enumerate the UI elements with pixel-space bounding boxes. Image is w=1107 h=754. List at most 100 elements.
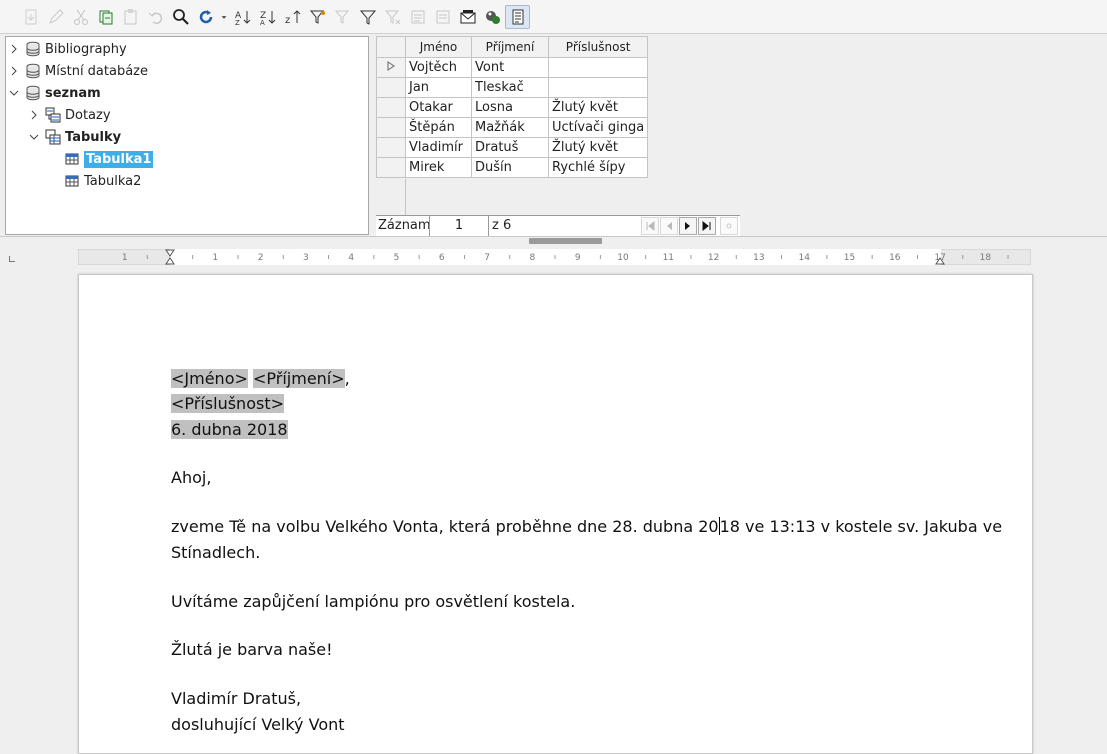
- cell-prijmeni[interactable]: Vont: [471, 57, 549, 78]
- cell-jmeno[interactable]: Jan: [405, 77, 472, 98]
- explorer-icon[interactable]: [505, 4, 530, 29]
- date-field[interactable]: 6. dubna 2018: [171, 420, 288, 439]
- refresh-icon[interactable]: [193, 5, 218, 29]
- tables-icon: [45, 129, 61, 145]
- cell-jmeno[interactable]: Vojtěch: [405, 57, 472, 78]
- undo-icon[interactable]: [143, 5, 168, 29]
- merge-field-jmeno[interactable]: <Jméno>: [171, 369, 248, 388]
- tree-item-label: Místní databáze: [45, 63, 149, 79]
- row-header[interactable]: [376, 157, 406, 178]
- save-record-icon[interactable]: [18, 5, 43, 29]
- tree-item-label: Tabulka1: [84, 150, 154, 168]
- tree-item-tabulky[interactable]: Tabulky: [29, 126, 121, 148]
- chevron-down-icon[interactable]: [9, 88, 19, 98]
- chevron-down-icon[interactable]: [29, 132, 39, 142]
- svg-text:z: z: [285, 15, 290, 26]
- table-row[interactable]: Mirek Dušín Rychlé šípy: [376, 157, 649, 178]
- cell-jmeno[interactable]: Otakar: [405, 97, 472, 118]
- new-record-button[interactable]: [720, 217, 738, 235]
- row-header[interactable]: [376, 117, 406, 138]
- tree-item-dotazy[interactable]: Dotazy: [29, 104, 111, 126]
- cell-prislusnost[interactable]: Rychlé šípy: [547, 157, 649, 178]
- ruler-label: 3: [303, 253, 309, 263]
- row-header[interactable]: [376, 137, 406, 158]
- row-header-corner: [376, 36, 406, 58]
- cell-prijmeni[interactable]: Dušín: [471, 157, 549, 178]
- cell-prijmeni[interactable]: Dratuš: [471, 137, 549, 158]
- row-header[interactable]: [376, 77, 406, 98]
- svg-text:A: A: [260, 19, 265, 26]
- record-number-field[interactable]: 1: [429, 216, 489, 236]
- ruler-area: 1123456789101112131415161718: [0, 243, 1107, 271]
- edit-icon[interactable]: [43, 5, 68, 29]
- cell-prijmeni[interactable]: Losna: [471, 97, 549, 118]
- autofilter-icon[interactable]: [305, 5, 330, 29]
- tree-item-tabulka2[interactable]: Tabulka2: [64, 170, 141, 192]
- signature-line-1: Vladimír Dratuš,: [171, 689, 302, 708]
- cell-jmeno[interactable]: Mirek: [405, 157, 472, 178]
- ruler-label: 12: [708, 253, 719, 263]
- tree-item-bibliography[interactable]: Bibliography: [9, 38, 127, 60]
- document-page[interactable]: <Jméno> <Příjmení>, <Příslušnost> 6. dub…: [78, 274, 1033, 754]
- cell-jmeno[interactable]: Štěpán: [405, 117, 472, 138]
- copy-icon[interactable]: [93, 5, 118, 29]
- ruler-label: 13: [753, 253, 764, 263]
- merge-field-prijmeni[interactable]: <Příjmení>: [252, 369, 345, 388]
- cell-prijmeni[interactable]: Mažňák: [471, 117, 549, 138]
- table-row[interactable]: Jan Tleskač: [376, 77, 649, 98]
- remove-filter-icon[interactable]: [380, 5, 405, 29]
- cell-jmeno[interactable]: Vladimír: [405, 137, 472, 158]
- next-record-button[interactable]: [679, 217, 697, 235]
- data-to-fields-icon[interactable]: [430, 5, 455, 29]
- signature-line-2: dosluhující Velký Vont: [171, 715, 345, 734]
- standard-filter-icon[interactable]: [330, 5, 355, 29]
- table-row[interactable]: Štěpán Mažňák Uctívači ginga: [376, 117, 649, 138]
- data-to-text-icon[interactable]: [405, 5, 430, 29]
- table-row[interactable]: Vladimír Dratuš Žlutý květ: [376, 137, 649, 158]
- sort-icon[interactable]: z: [280, 5, 305, 29]
- filter-icon[interactable]: [355, 5, 380, 29]
- column-header-prijmeni[interactable]: Příjmení: [471, 36, 549, 58]
- body-paragraph-3: Žlutá je barva naše!: [171, 640, 333, 659]
- horizontal-ruler[interactable]: 1123456789101112131415161718: [78, 249, 1031, 265]
- chevron-right-icon[interactable]: [9, 66, 19, 76]
- chevron-right-icon[interactable]: [9, 44, 19, 54]
- date-line: 6. dubna 2018: [171, 417, 288, 443]
- chevron-down-icon[interactable]: [218, 5, 230, 29]
- tree-item-mistni-databaze[interactable]: Místní databáze: [9, 60, 148, 82]
- panel-splitter[interactable]: [0, 236, 1107, 244]
- column-header-prislusnost[interactable]: Příslušnost: [547, 36, 649, 58]
- chevron-right-icon[interactable]: [29, 110, 39, 120]
- search-icon[interactable]: [168, 5, 193, 29]
- row-header[interactable]: [376, 97, 406, 118]
- table-icon: [65, 175, 79, 187]
- tree-item-label: Tabulka2: [84, 173, 142, 189]
- tree-item-seznam[interactable]: seznam: [9, 82, 101, 104]
- queries-icon: [45, 107, 61, 123]
- cell-prislusnost[interactable]: [547, 57, 649, 78]
- paste-icon[interactable]: [118, 5, 143, 29]
- cut-icon[interactable]: [68, 5, 93, 29]
- cell-prislusnost[interactable]: Žlutý květ: [547, 97, 649, 118]
- previous-record-button[interactable]: [660, 217, 678, 235]
- ruler-label: 4: [348, 253, 354, 263]
- current-row-indicator[interactable]: [376, 57, 406, 78]
- table-row[interactable]: Otakar Losna Žlutý květ: [376, 97, 649, 118]
- cell-prislusnost[interactable]: Žlutý květ: [547, 137, 649, 158]
- column-header-jmeno[interactable]: Jméno: [405, 36, 472, 58]
- last-record-button[interactable]: [698, 217, 716, 235]
- merge-field-prislusnost[interactable]: <Příslušnost>: [171, 394, 284, 413]
- data-source-icon[interactable]: [480, 5, 505, 29]
- first-record-button[interactable]: [641, 217, 659, 235]
- ruler-label: 5: [394, 253, 400, 263]
- cell-prislusnost[interactable]: [547, 77, 649, 98]
- mail-merge-icon[interactable]: [455, 5, 480, 29]
- sort-ascending-icon[interactable]: AZ: [230, 5, 255, 29]
- data-grid: Jméno Příjmení Příslušnost Vojtěch Vont …: [376, 36, 1107, 236]
- table-row[interactable]: Vojtěch Vont: [376, 57, 649, 78]
- cell-prislusnost[interactable]: Uctívači ginga: [547, 117, 649, 138]
- tree-item-tabulka1[interactable]: Tabulka1: [64, 148, 154, 170]
- tab-type-icon[interactable]: [9, 256, 15, 262]
- cell-prijmeni[interactable]: Tleskač: [471, 77, 549, 98]
- sort-descending-icon[interactable]: ZA: [255, 5, 280, 29]
